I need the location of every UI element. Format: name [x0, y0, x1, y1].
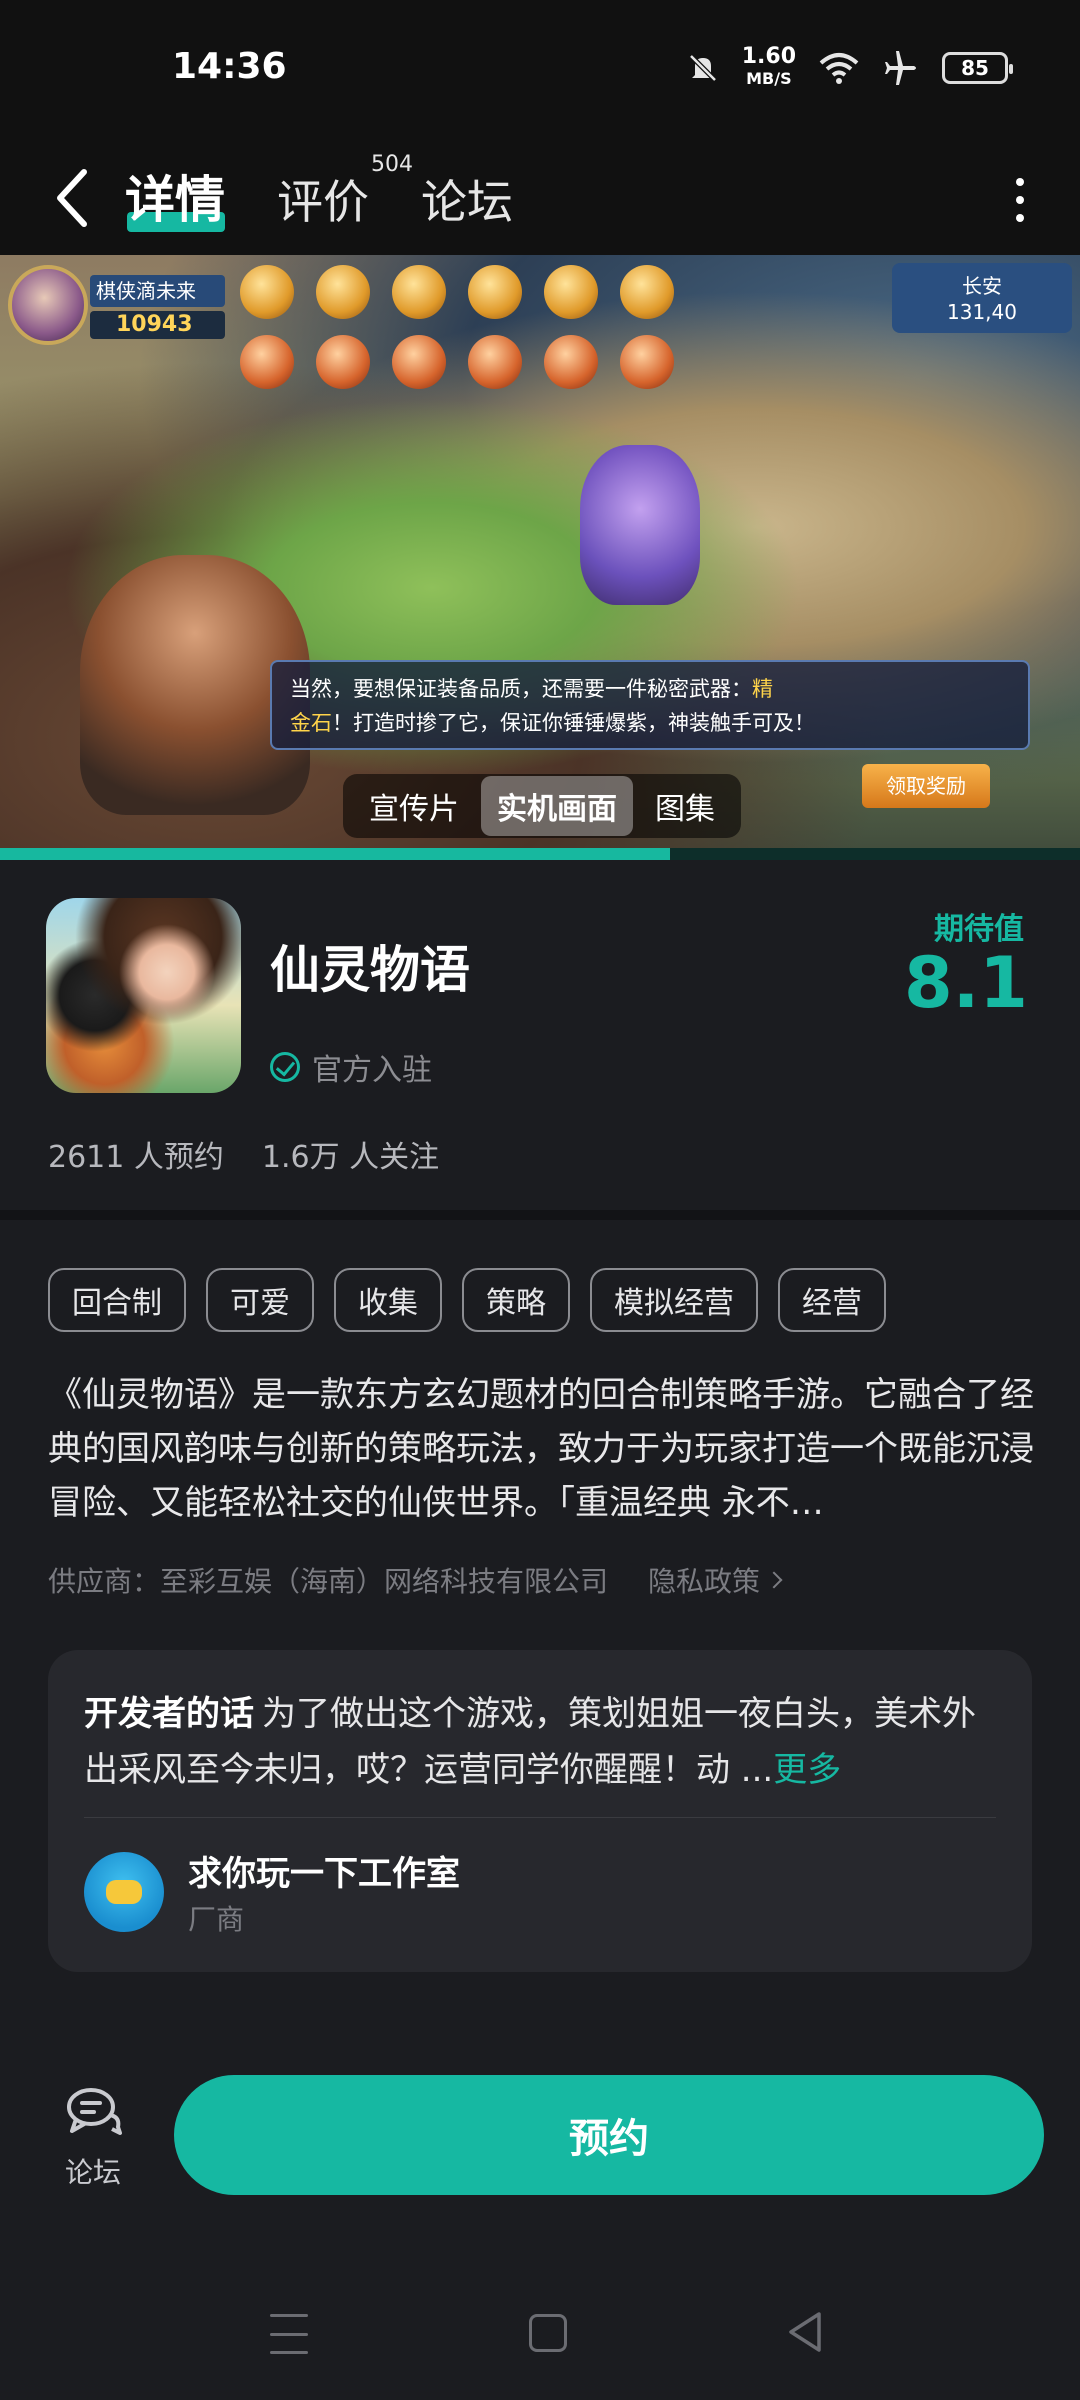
media-tab-gallery[interactable]: 图集 — [639, 776, 731, 836]
tab-forum-label: 论坛 — [421, 175, 513, 229]
game-dialog-text-b: ！打造时掺了它，保证你锤锤爆紫，神装触手可及！ — [332, 711, 815, 735]
game-dialog-highlight-b: 金石 — [290, 711, 332, 735]
game-character-rider — [580, 445, 700, 605]
studio-logo[interactable] — [84, 1852, 164, 1932]
recent-apps-icon[interactable] — [270, 2314, 308, 2354]
reservation-count: 2611 人预约 — [48, 1140, 224, 1175]
developer-words[interactable]: 开发者的话 为了做出这个游戏，策划姐姐一夜白头，美术外出采风至今未归，哎？运营同学… — [84, 1686, 994, 1798]
media-tab-promo-video[interactable]: 宣传片 — [353, 776, 475, 836]
official-label: 官方入驻 — [312, 1053, 432, 1088]
net-speed: 1.60 MB/S — [742, 46, 796, 90]
tag-list: 回合制 可爱 收集 策略 模拟经营 经营 — [48, 1268, 886, 1332]
studio-role: 厂商 — [188, 1903, 245, 1936]
game-exp-bar — [0, 848, 1080, 860]
game-hud-icons-row1 — [240, 265, 674, 319]
status-icons: 1.60 MB/S 85 — [686, 46, 1013, 90]
game-description[interactable]: 《仙灵物语》是一款东方玄幻题材的回合制策略手游。它融合了经典的国风韵味与创新的策… — [48, 1368, 1038, 1530]
tab-details[interactable]: 详情 — [125, 158, 225, 232]
forum-entry-button[interactable]: 论坛 — [58, 2085, 128, 2191]
app-stats: 2611 人预约 1.6万 人关注 — [48, 1132, 439, 1176]
net-speed-unit: MB/S — [746, 69, 792, 88]
tab-forum[interactable]: 论坛 — [421, 158, 513, 232]
developer-more-link[interactable]: 更多 — [773, 1750, 841, 1790]
tag-chip[interactable]: 模拟经营 — [590, 1268, 758, 1332]
reviews-count-badge: 504 — [371, 152, 413, 177]
system-nav-bar — [0, 2280, 1080, 2400]
game-dialog-text-a: 当然，要想保证装备品质，还需要一件秘密武器： — [290, 677, 752, 701]
studio-name[interactable]: 求你玩一下工作室 — [188, 1846, 460, 1895]
tag-chip[interactable]: 可爱 — [206, 1268, 314, 1332]
supplier-row: 供应商：至彩互娱（海南）网络科技有限公司 隐私政策 — [48, 1560, 783, 1600]
status-bar: 14:36 1.60 MB/S 85 — [0, 0, 1080, 140]
game-reward-button: 领取奖励 — [862, 764, 990, 808]
game-dialog-highlight-a: 精 — [752, 677, 773, 701]
wifi-icon — [819, 53, 859, 84]
net-speed-value: 1.60 — [741, 44, 796, 69]
media-type-switcher: 宣传片 实机画面 图集 — [343, 774, 741, 838]
developer-card: 开发者的话 为了做出这个游戏，策划姐姐一夜白头，美术外出采风至今未归，哎？运营同学… — [48, 1650, 1032, 1972]
chat-bubble-icon — [67, 2088, 122, 2135]
tag-chip[interactable]: 回合制 — [48, 1268, 186, 1332]
airplane-icon — [885, 51, 916, 85]
game-location: 长安 131,40 — [892, 263, 1072, 333]
privacy-policy-link[interactable]: 隐私政策 — [648, 1560, 783, 1600]
game-location-coords: 131,40 — [947, 300, 1017, 324]
tag-chip[interactable]: 策略 — [462, 1268, 570, 1332]
system-back-icon[interactable] — [785, 2310, 825, 2354]
nav-tabs: 详情 评价 504 论坛 — [125, 152, 513, 232]
reserve-button[interactable]: 预约 — [174, 2075, 1044, 2195]
follower-count: 1.6万 人关注 — [261, 1140, 440, 1175]
back-arrow-icon[interactable] — [46, 160, 102, 236]
game-dialog: 当然，要想保证装备品质，还需要一件秘密武器：精 金石！打造时掺了它，保证你锤锤爆… — [270, 660, 1030, 750]
battery-indicator: 85 — [942, 52, 1013, 84]
chevron-right-icon — [765, 1571, 783, 1589]
expectation-score: 8.1 — [903, 942, 1028, 1024]
game-media-viewer[interactable]: 棋侠滴未来 10943 长安 131,40 当然，要想保证装备品质，还需要一件秘… — [0, 255, 1080, 860]
supplier-label: 供应商：至彩互娱（海南）网络科技有限公司 — [48, 1565, 609, 1598]
game-exp-fill — [0, 848, 670, 860]
forum-entry-label: 论坛 — [64, 2156, 121, 2189]
game-player-avatar — [8, 265, 88, 345]
more-options-icon[interactable] — [1000, 165, 1040, 235]
app-title: 仙灵物语 — [270, 941, 470, 999]
media-tab-gameplay[interactable]: 实机画面 — [481, 776, 633, 836]
status-time: 14:36 — [172, 46, 287, 87]
app-info-section: 仙灵物语 官方入驻 期待值 8.1 2611 人预约 1.6万 人关注 — [0, 860, 1080, 1210]
app-icon — [46, 898, 241, 1093]
card-divider — [84, 1817, 996, 1818]
privacy-policy-label: 隐私政策 — [648, 1565, 761, 1598]
tab-details-label: 详情 — [125, 171, 225, 229]
verified-check-icon — [270, 1052, 300, 1082]
developer-words-heading: 开发者的话 — [84, 1694, 254, 1734]
tag-chip[interactable]: 收集 — [334, 1268, 442, 1332]
game-hud-icons-row2 — [240, 335, 674, 389]
section-divider — [0, 1210, 1080, 1220]
official-badge: 官方入驻 — [270, 1045, 432, 1089]
game-gold-amount: 10943 — [90, 311, 225, 339]
tab-reviews[interactable]: 评价 504 — [277, 152, 413, 232]
tab-reviews-label: 评价 — [277, 175, 369, 229]
nav-header: 详情 评价 504 论坛 — [0, 140, 1080, 255]
mute-bell-icon — [688, 54, 717, 82]
home-icon[interactable] — [529, 2314, 567, 2352]
game-player-name: 棋侠滴未来 — [90, 275, 225, 307]
tag-chip[interactable]: 经营 — [778, 1268, 886, 1332]
game-location-name: 长安 — [962, 274, 1002, 298]
